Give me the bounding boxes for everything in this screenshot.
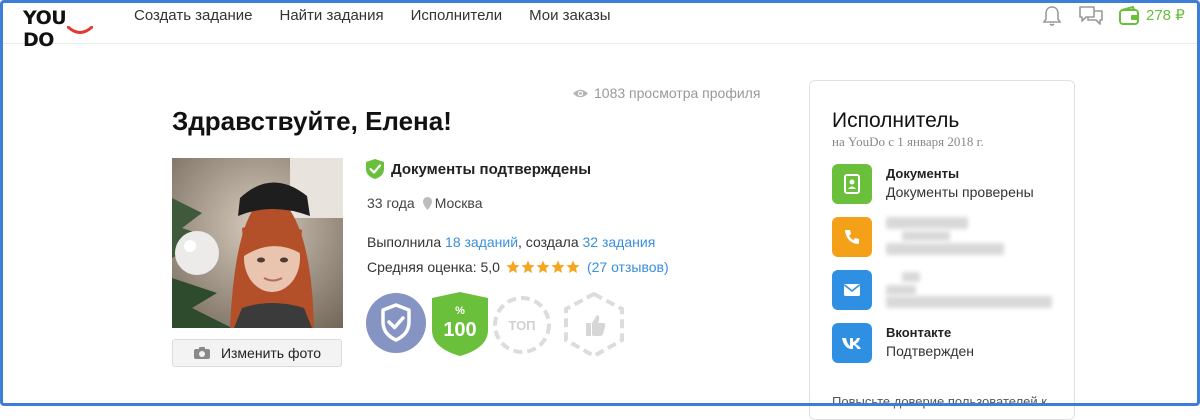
stats-prefix: Выполнила — [367, 234, 446, 250]
tasks-created-link[interactable]: 32 задания — [583, 234, 656, 250]
card-title: Исполнитель — [832, 109, 960, 132]
documents-title: Документы — [886, 166, 960, 181]
camera-icon — [193, 347, 210, 359]
email-title-redacted — [902, 272, 920, 282]
performer-card: Исполнитель на YouDo с 1 января 2018 г. … — [809, 80, 1075, 420]
age-text: 33 года — [367, 195, 415, 211]
task-stats: Выполнила 18 заданий, создала 32 задания — [367, 234, 655, 250]
nav-find-tasks[interactable]: Найти задания — [280, 3, 384, 33]
nav-my-orders[interactable]: Мои заказы — [529, 3, 611, 33]
stats-mid: , создала — [518, 234, 583, 250]
profile-photo — [172, 158, 343, 328]
badge-top-text: ТОП — [508, 318, 535, 333]
rating-row: Средняя оценка: 5,0 (27 отзывов) — [367, 259, 669, 275]
star-icon — [521, 260, 535, 273]
rating-label: Средняя оценка: 5,0 — [367, 259, 500, 275]
change-photo-button[interactable]: Изменить фото — [172, 339, 342, 367]
tasks-done-link[interactable]: 18 заданий — [445, 234, 518, 250]
main-nav: Создать задание Найти задания Исполнител… — [134, 3, 638, 33]
phone-number-redacted — [886, 243, 1004, 255]
card-footer-text: Повысьте доверие пользователей к — [832, 394, 1047, 409]
docs-verified-badge: Документы подтверждены — [365, 158, 591, 180]
views-text: 1083 просмотра профиля — [594, 85, 761, 101]
card-item-vkontakte[interactable]: Вконтакте Подтвержден — [832, 323, 1062, 363]
vk-title: Вконтакте — [886, 325, 952, 340]
vk-subtitle: Подтвержден — [886, 343, 975, 359]
phone-title-redacted — [886, 217, 968, 229]
rating-stars — [506, 260, 581, 274]
eye-icon — [573, 89, 588, 97]
document-icon — [832, 164, 872, 204]
verified-shield-icon — [366, 159, 384, 179]
docs-verified-text: Документы подтверждены — [391, 160, 592, 178]
star-icon — [506, 260, 520, 273]
achievement-badges: % 100 ТОП — [366, 292, 624, 358]
badge-100-text: 100 — [443, 319, 476, 341]
bell-icon[interactable] — [1042, 5, 1062, 27]
email-title-redacted-2 — [886, 285, 916, 295]
youdo-logo[interactable]: YOU DO — [23, 7, 99, 51]
star-icon — [566, 260, 580, 273]
logo-smile-icon — [67, 26, 93, 34]
email-address-redacted — [886, 296, 1052, 308]
card-item-documents[interactable]: Документы Документы проверены — [832, 164, 1062, 204]
top-header: YOU DO Создать задание Найти задания Исп… — [3, 3, 1197, 51]
reviews-link[interactable]: (27 отзывов) — [587, 259, 669, 275]
member-since: на YouDo с 1 января 2018 г. — [832, 134, 984, 149]
wallet-balance[interactable]: 278 ₽ — [1118, 3, 1185, 29]
balance-amount: 278 ₽ — [1146, 7, 1185, 24]
location-pin-icon — [422, 196, 432, 210]
profile-views: 1083 просмотра профиля — [572, 85, 760, 101]
badge-percent-text: % — [455, 305, 465, 317]
change-photo-label: Изменить фото — [220, 345, 322, 361]
star-icon — [551, 260, 565, 273]
phone-title-redacted-2 — [902, 231, 950, 241]
star-icon — [536, 260, 550, 273]
verified-shield-badge-icon[interactable] — [366, 293, 426, 353]
phone-icon — [832, 217, 872, 257]
documents-subtitle: Документы проверены — [886, 184, 1034, 200]
nav-create-task[interactable]: Создать задание — [134, 3, 253, 33]
page-title: Здравствуйте, Елена! — [172, 106, 452, 136]
hundred-percent-badge-icon[interactable]: % 100 — [432, 292, 488, 356]
card-item-phone[interactable] — [832, 217, 1062, 257]
like-badge-icon[interactable] — [564, 292, 624, 358]
age-city: 33 года Москва — [367, 195, 483, 211]
top-badge-icon[interactable]: ТОП — [493, 296, 551, 354]
city-text: Москва — [434, 195, 483, 211]
email-icon — [832, 270, 872, 310]
nav-performers[interactable]: Исполнители — [411, 3, 503, 33]
card-item-email[interactable] — [832, 270, 1062, 310]
vk-icon — [832, 323, 872, 363]
wallet-icon — [1119, 6, 1139, 25]
messages-icon[interactable] — [1078, 5, 1104, 27]
